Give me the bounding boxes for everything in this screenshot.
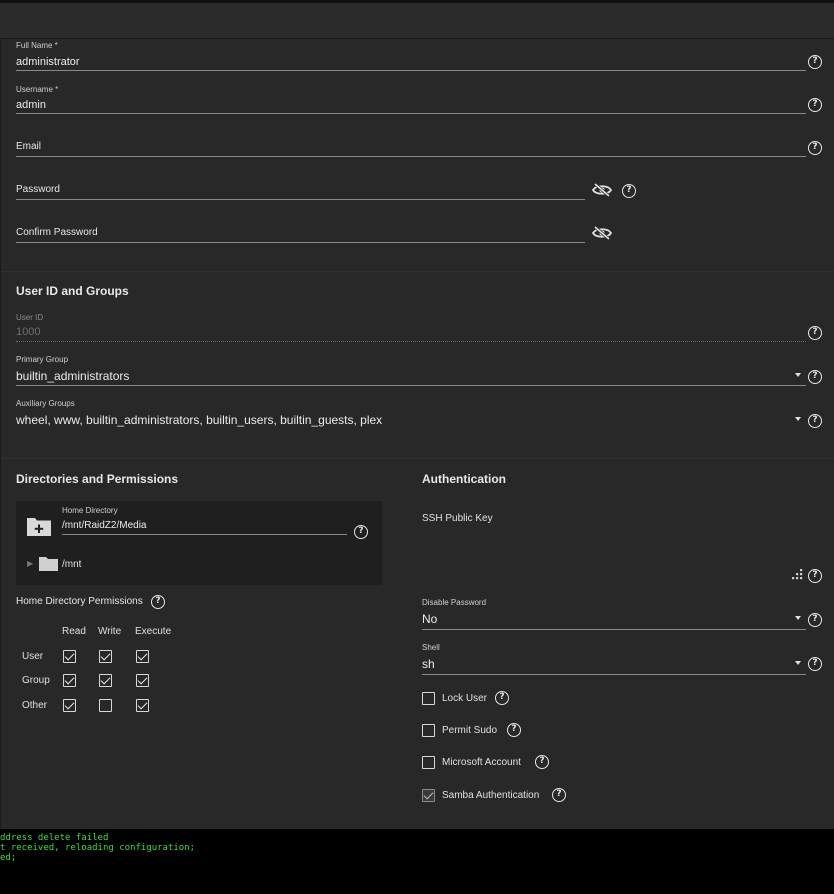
authentication-title: Authentication bbox=[422, 472, 506, 486]
perm-user-read-checkbox[interactable] bbox=[63, 650, 76, 663]
perm-other-read-checkbox[interactable] bbox=[63, 699, 76, 712]
user-id-label: User ID bbox=[16, 313, 44, 322]
folder-plus-icon[interactable] bbox=[26, 515, 52, 537]
full-name-label: Full Name * bbox=[16, 41, 58, 50]
full-name-input[interactable]: administrator bbox=[16, 56, 80, 68]
home-directory-help-icon[interactable]: ? bbox=[354, 525, 368, 539]
username-input[interactable]: admin bbox=[16, 99, 46, 111]
lock-user-help-icon[interactable]: ? bbox=[495, 691, 509, 705]
disable-password-label: Disable Password bbox=[422, 598, 487, 607]
folder-icon bbox=[39, 557, 58, 571]
full-name-underline bbox=[16, 70, 806, 71]
password-help-icon[interactable]: ? bbox=[622, 184, 636, 198]
perm-col-write: Write bbox=[98, 626, 122, 637]
confirm-password-underline bbox=[16, 242, 585, 243]
email-help-icon[interactable]: ? bbox=[808, 141, 822, 155]
eye-off-icon[interactable] bbox=[592, 226, 612, 240]
microsoft-account-checkbox[interactable] bbox=[422, 756, 435, 769]
perm-group-execute-checkbox[interactable] bbox=[136, 674, 149, 687]
home-directory-underline bbox=[62, 534, 347, 535]
aux-groups-label: Auxiliary Groups bbox=[16, 399, 75, 408]
chevron-down-icon[interactable] bbox=[795, 616, 801, 620]
samba-auth-checkbox[interactable] bbox=[422, 789, 435, 802]
full-name-help-icon[interactable]: ? bbox=[808, 55, 822, 69]
primary-group-help-icon[interactable]: ? bbox=[808, 370, 822, 384]
home-directory-label: Home Directory bbox=[62, 506, 118, 515]
email-underline bbox=[16, 156, 806, 157]
shell-label: Shell bbox=[422, 643, 440, 652]
primary-group-select[interactable]: builtin_administrators bbox=[16, 369, 129, 383]
perm-group-write-checkbox[interactable] bbox=[99, 674, 112, 687]
perm-user-execute-checkbox[interactable] bbox=[136, 650, 149, 663]
user-id-help-icon[interactable]: ? bbox=[808, 326, 822, 340]
user-id-input: 1000 bbox=[16, 326, 41, 338]
home-directory-explorer: Home Directory /mnt/RaidZ2/Media ? ▶ /mn… bbox=[16, 501, 382, 585]
disable-password-select[interactable]: No bbox=[422, 612, 437, 626]
permit-sudo-label: Permit Sudo bbox=[442, 725, 498, 736]
perm-row-other: Other bbox=[22, 700, 48, 711]
chevron-down-icon[interactable] bbox=[795, 417, 801, 421]
lock-user-checkbox[interactable] bbox=[422, 692, 435, 705]
permissions-help-icon[interactable]: ? bbox=[151, 595, 165, 609]
top-bar bbox=[0, 0, 834, 39]
permit-sudo-checkbox[interactable] bbox=[422, 724, 435, 737]
username-help-icon[interactable]: ? bbox=[808, 98, 822, 112]
perm-row-group: Group bbox=[22, 675, 50, 686]
samba-auth-help-icon[interactable]: ? bbox=[552, 788, 566, 802]
terminal-line: t received, reloading configuration; bbox=[0, 843, 196, 853]
chevron-down-icon[interactable] bbox=[795, 661, 801, 665]
perm-other-write-checkbox[interactable] bbox=[99, 699, 112, 712]
primary-group-underline bbox=[16, 385, 806, 386]
perm-row-user: User bbox=[22, 651, 44, 662]
shell-underline bbox=[422, 674, 806, 675]
tree-expand-icon[interactable]: ▶ bbox=[27, 559, 33, 568]
confirm-password-input[interactable]: Confirm Password bbox=[16, 227, 98, 238]
samba-auth-label: Samba Authentication bbox=[442, 790, 540, 801]
perm-user-write-checkbox[interactable] bbox=[99, 650, 112, 663]
microsoft-account-help-icon[interactable]: ? bbox=[535, 755, 549, 769]
username-label: Username * bbox=[16, 85, 59, 94]
tree-node-mnt[interactable]: /mnt bbox=[62, 559, 81, 570]
perm-col-read: Read bbox=[62, 626, 86, 637]
edit-user-form: Full Name * administrator ? Username * a… bbox=[0, 39, 834, 829]
directories-title: Directories and Permissions bbox=[16, 472, 179, 486]
user-id-underline bbox=[16, 341, 806, 342]
aux-groups-help-icon[interactable]: ? bbox=[808, 414, 822, 428]
disable-password-underline bbox=[422, 629, 806, 630]
disable-password-help-icon[interactable]: ? bbox=[808, 613, 822, 627]
ssh-key-help-icon[interactable]: ? bbox=[808, 569, 822, 583]
resize-handle-icon[interactable] bbox=[792, 569, 803, 580]
permit-sudo-help-icon[interactable]: ? bbox=[507, 723, 521, 737]
aux-groups-select[interactable]: wheel, www, builtin_administrators, buil… bbox=[16, 413, 382, 427]
user-id-groups-title: User ID and Groups bbox=[16, 284, 129, 298]
permissions-label: Home Directory Permissions bbox=[16, 596, 143, 607]
perm-other-execute-checkbox[interactable] bbox=[136, 699, 149, 712]
username-underline bbox=[16, 113, 806, 114]
shell-help-icon[interactable]: ? bbox=[808, 657, 822, 671]
eye-off-icon[interactable] bbox=[592, 183, 612, 197]
section-divider bbox=[1, 271, 834, 272]
password-input[interactable]: Password bbox=[16, 184, 60, 195]
home-directory-input[interactable]: /mnt/RaidZ2/Media bbox=[62, 520, 146, 531]
lock-user-label: Lock User bbox=[442, 693, 488, 704]
section-divider bbox=[1, 458, 834, 459]
password-underline bbox=[16, 199, 585, 200]
chevron-down-icon[interactable] bbox=[795, 373, 801, 377]
perm-group-read-checkbox[interactable] bbox=[63, 674, 76, 687]
primary-group-label: Primary Group bbox=[16, 355, 69, 364]
perm-col-execute: Execute bbox=[135, 626, 172, 637]
shell-select[interactable]: sh bbox=[422, 657, 435, 671]
email-input[interactable]: Email bbox=[16, 141, 41, 152]
ssh-key-textarea[interactable]: SSH Public Key bbox=[422, 513, 493, 524]
terminal-line: ed; bbox=[0, 853, 17, 863]
microsoft-account-label: Microsoft Account bbox=[442, 757, 521, 768]
terminal-output: ddress delete failed t received, reloadin… bbox=[0, 829, 834, 894]
terminal-line: ddress delete failed bbox=[0, 833, 109, 843]
